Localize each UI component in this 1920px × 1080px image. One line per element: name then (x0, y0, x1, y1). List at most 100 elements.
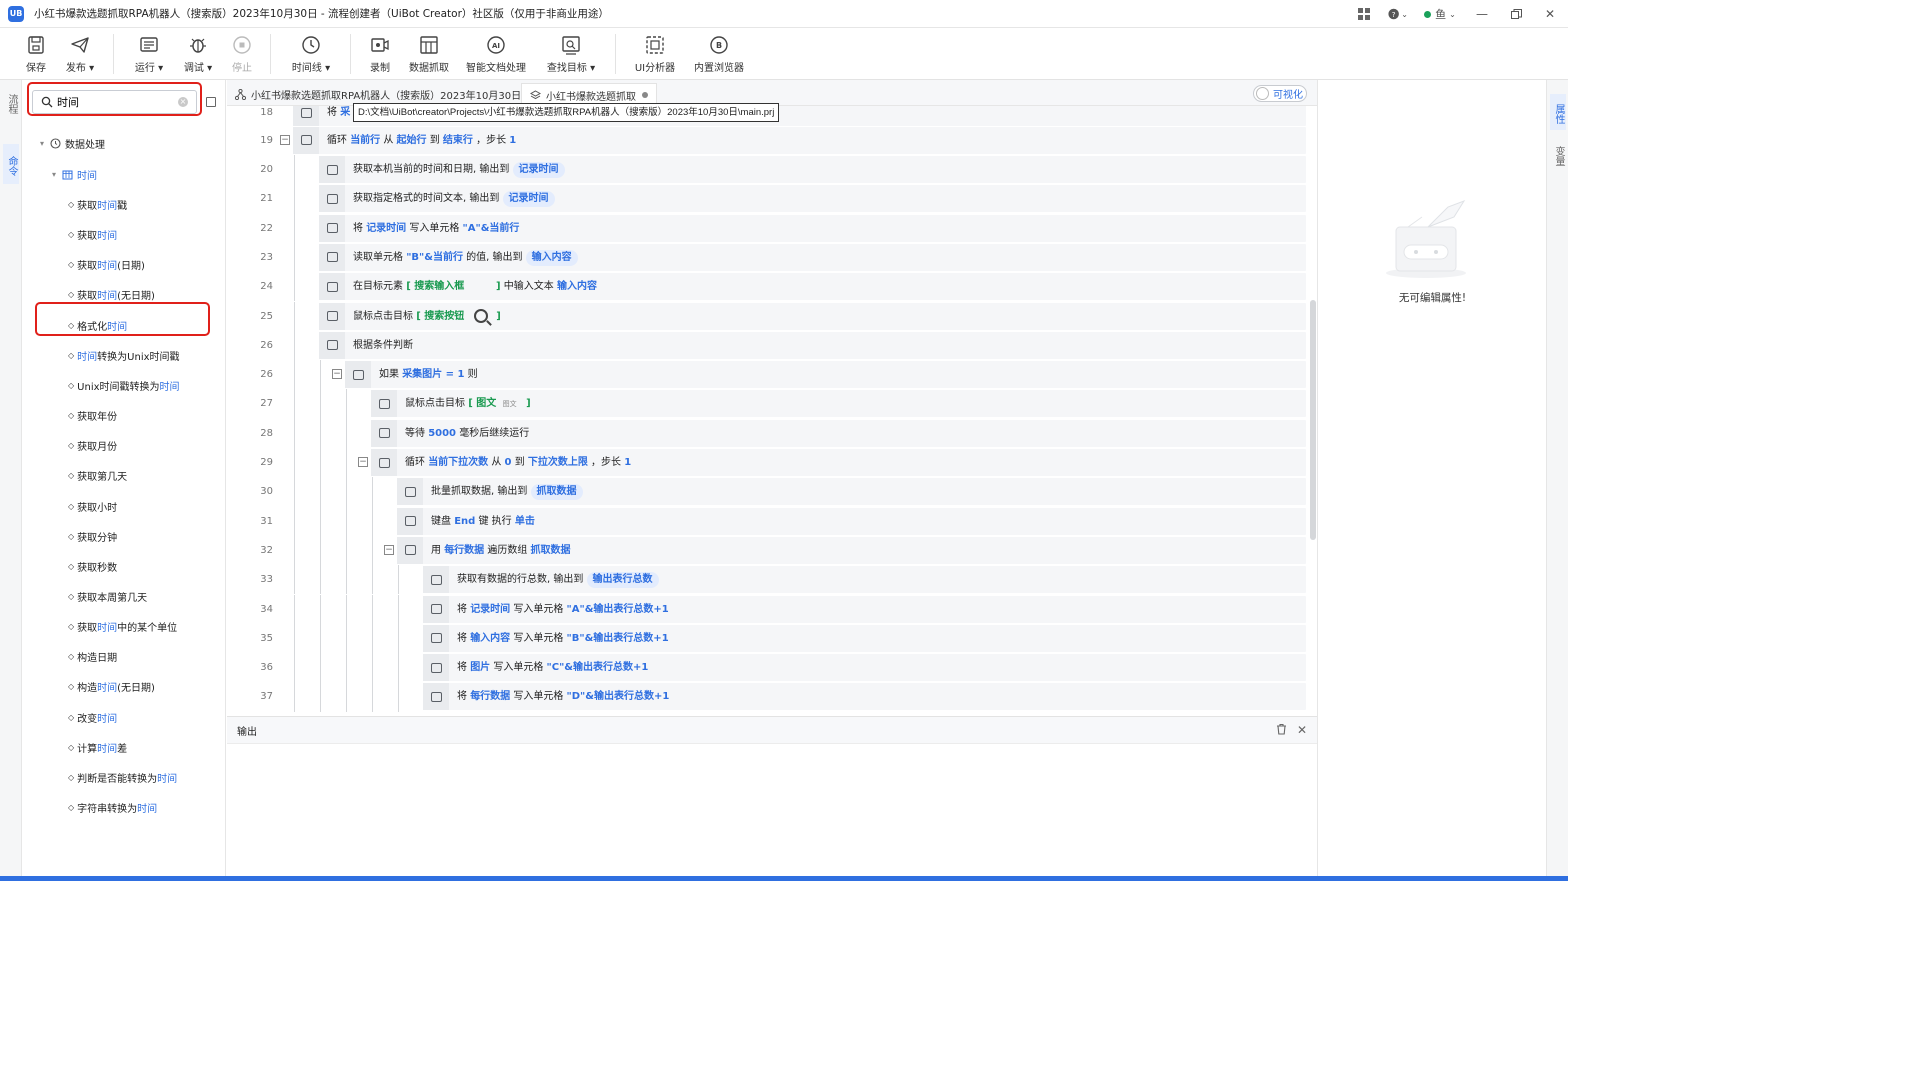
statement-block[interactable]: 鼠标点击目标 [ 图文 图文 ] (371, 390, 1306, 418)
tree-command-item[interactable]: ◇ 获取秒数 (68, 559, 117, 574)
code-row[interactable]: 34 将 记录时间 写入单元格 "A"&输出表行总数+1 (227, 594, 1312, 624)
statement-block[interactable]: 循环 当前下拉次数 从 0 到 下拉次数上限 ，步长 1 (371, 449, 1306, 476)
indent-guide (320, 360, 321, 390)
code-row[interactable]: 20 获取本机当前的时间和日期, 输出到 记录时间 (227, 155, 1312, 185)
code-row[interactable]: 30 批量抓取数据, 输出到 抓取数据 (227, 477, 1312, 507)
help-icon[interactable]: ? ⌄ (1388, 4, 1408, 24)
tree-command-item[interactable]: ◇ 获取分钟 (68, 529, 117, 544)
collapse-icon[interactable]: − (384, 544, 394, 555)
tree-command-item[interactable]: ◇ 获取月份 (68, 438, 117, 453)
smart-doc-button[interactable]: AI 智能文档处理 (466, 34, 526, 76)
statement-block[interactable]: 循环 当前行 从 起始行 到 结束行 ，步长 1 (293, 126, 1306, 154)
tree-command-item[interactable]: ◇ 获取第几天 (68, 468, 127, 483)
builtin-browser-button[interactable]: B 内置浏览器 (693, 34, 745, 76)
editor-scrollbar[interactable] (1310, 300, 1316, 540)
code-row[interactable]: 26 根据条件判断 (227, 330, 1312, 361)
statement-block[interactable]: 获取指定格式的时间文本, 输出到 记录时间 (319, 185, 1306, 213)
statement-block[interactable]: 如果 采集图片 = 1 则 (345, 361, 1306, 389)
tree-command-item[interactable]: ◇ 构造日期 (68, 649, 117, 664)
command-diamond-icon: ◇ (68, 772, 75, 782)
tab-command[interactable]: 命令 (3, 144, 19, 184)
statement-block[interactable]: 将 图片 写入单元格 "C"&输出表行总数+1 (423, 654, 1306, 682)
tree-command-item[interactable]: ◇ 判断是否能转换为 时间 (68, 770, 177, 785)
stop-button[interactable]: 停止 (216, 34, 268, 76)
statement-block[interactable]: 等待 5000 毫秒后继续运行 (371, 419, 1306, 447)
code-row[interactable]: 24 在目标元素 [ 搜索输入框 ] 中输入文本 输入内容 (227, 272, 1312, 302)
command-search-input[interactable] (57, 96, 178, 108)
code-row[interactable]: 23 读取单元格 "B"&当前行 的值, 输出到 输入内容 (227, 242, 1312, 273)
tab-variables[interactable]: 变量 (1550, 146, 1566, 166)
close-window-icon[interactable]: ✕ (1540, 4, 1560, 24)
tree-command-item[interactable]: ◇ 获取 时间 (68, 227, 117, 242)
tree-command-item[interactable]: ◇ 改变 时间 (68, 710, 117, 725)
timeline-button[interactable]: 时间线 ▾ (285, 34, 337, 76)
run-button[interactable]: 运行 ▾ (123, 34, 175, 76)
statement-block[interactable]: 用 每行数据 遍历数组 抓取数据 (397, 536, 1306, 564)
tree-command-item[interactable]: ◇ 获取 时间 中的某个单位 (68, 619, 177, 634)
tree-command-item[interactable]: ◇ 计算 时间差 (68, 740, 127, 755)
collapse-icon[interactable]: − (332, 369, 342, 380)
publish-button[interactable]: 发布 ▾ (54, 34, 106, 76)
statement-block[interactable]: 将 每行数据 写入单元格 "D"&输出表行总数+1 (423, 683, 1306, 711)
tree-command-item[interactable]: ◇ 获取 时间 (日期) (68, 257, 145, 272)
statement-block[interactable]: 获取本机当前的时间和日期, 输出到 记录时间 (319, 156, 1306, 183)
statement-block[interactable]: 将 输入内容 写入单元格 "B"&输出表行总数+1 (423, 624, 1306, 652)
visual-mode-toggle[interactable]: 可视化 (1253, 85, 1307, 102)
statement-block[interactable]: 在目标元素 [ 搜索输入框 ] 中输入文本 输入内容 (319, 273, 1306, 301)
command-label-part: 时间 (159, 381, 180, 393)
statement-block[interactable]: 将 记录时间 写入单元格 "A"&输出表行总数+1 (423, 595, 1306, 623)
tree-command-item[interactable]: ◇ 构造 时间 (无日期) (68, 679, 155, 694)
code-row[interactable]: 35 将 输入内容 写入单元格 "B"&输出表行总数+1 (227, 623, 1312, 654)
record-button[interactable]: 录制 (354, 34, 406, 76)
close-output-icon[interactable]: ✕ (1297, 723, 1307, 738)
tree-subcategory-time[interactable]: ▾ 时间 (52, 167, 97, 182)
tree-command-item[interactable]: ◇ 获取本周第几天 (68, 589, 147, 604)
code-row[interactable]: 33 获取有数据的行总数, 输出到 输出表行总数 (227, 565, 1312, 595)
tree-command-item[interactable]: ◇ 获取年份 (68, 408, 117, 423)
tree-command-item[interactable]: ◇ Unix时间戳转换为 时间 (68, 378, 180, 393)
tree-command-item[interactable]: ◇ 获取 时间 (无日期) (68, 287, 155, 302)
code-row[interactable]: 19− 循环 当前行 从 起始行 到 结束行 ，步长 1 (227, 126, 1312, 155)
data-scrape-button[interactable]: 数据抓取 (403, 34, 455, 76)
code-row[interactable]: 36 将 图片 写入单元格 "C"&输出表行总数+1 (227, 653, 1312, 683)
code-row[interactable]: 29 − 循环 当前下拉次数 从 0 到 下拉次数上限 ，步长 1 (227, 448, 1312, 478)
code-row[interactable]: 26 − 如果 采集图片 = 1 则 (227, 360, 1312, 390)
minimize-icon[interactable]: — (1472, 4, 1492, 24)
statement-block[interactable]: 将 记录时间 写入单元格 "A"&当前行 (319, 214, 1306, 242)
ui-analyzer-button[interactable]: UI分析器 (629, 34, 681, 76)
line-number: 29 (260, 457, 273, 468)
code-row[interactable]: 37 将 每行数据 写入单元格 "D"&输出表行总数+1 (227, 682, 1312, 712)
tree-category-data-processing[interactable]: ▾ 数据处理 (40, 136, 105, 151)
tree-command-item[interactable]: ◇ 获取 时间戳 (68, 197, 127, 212)
collapse-icon[interactable]: − (280, 134, 290, 145)
tree-command-item[interactable]: ◇ 时间 转换为Unix时间戳 (68, 348, 180, 363)
code-row[interactable]: 25 鼠标点击目标 [ 搜索按钮] (227, 301, 1312, 331)
code-row[interactable]: 31 键盘 End 键 执行 单击 (227, 506, 1312, 536)
tree-command-item[interactable]: ◇ 获取小时 (68, 499, 117, 514)
restore-icon[interactable] (1506, 4, 1526, 24)
statement-block[interactable]: 读取单元格 "B"&当前行 的值, 输出到 输入内容 (319, 243, 1306, 271)
statement-block[interactable]: 批量抓取数据, 输出到 抓取数据 (397, 478, 1306, 506)
collapse-icon[interactable]: − (358, 457, 368, 467)
code-row[interactable]: 27 鼠标点击目标 [ 图文 图文 ] (227, 389, 1312, 419)
tree-command-item[interactable]: ◇ 格式化 时间 (68, 318, 127, 333)
statement-type-icon (293, 106, 319, 126)
statement-block[interactable]: 根据条件判断 (319, 331, 1306, 359)
find-target-button[interactable]: 查找目标 ▾ (545, 34, 597, 76)
statement-block[interactable]: 鼠标点击目标 [ 搜索按钮] (319, 302, 1306, 330)
tab-flow[interactable]: 流程 (3, 94, 19, 114)
collapse-all-icon[interactable] (206, 97, 216, 107)
tab-properties[interactable]: 属性 (1550, 94, 1566, 130)
statement-block[interactable]: 获取有数据的行总数, 输出到 输出表行总数 (423, 566, 1306, 594)
trash-icon[interactable] (1276, 723, 1287, 738)
indent-guide (294, 213, 295, 243)
user-menu[interactable]: 鱼 ⌄ (1422, 4, 1458, 24)
code-row[interactable]: 28 等待 5000 毫秒后继续运行 (227, 418, 1312, 448)
tree-command-item[interactable]: ◇ 字符串转换为 时间 (68, 800, 157, 815)
apps-grid-icon[interactable] (1354, 4, 1374, 24)
statement-block[interactable]: 键盘 End 键 执行 单击 (397, 507, 1306, 535)
code-row[interactable]: 32 − 用 每行数据 遍历数组 抓取数据 (227, 535, 1312, 566)
clear-search-icon[interactable]: × (178, 97, 188, 107)
code-row[interactable]: 22 将 记录时间 写入单元格 "A"&当前行 (227, 213, 1312, 243)
code-row[interactable]: 21 获取指定格式的时间文本, 输出到 记录时间 (227, 184, 1312, 214)
